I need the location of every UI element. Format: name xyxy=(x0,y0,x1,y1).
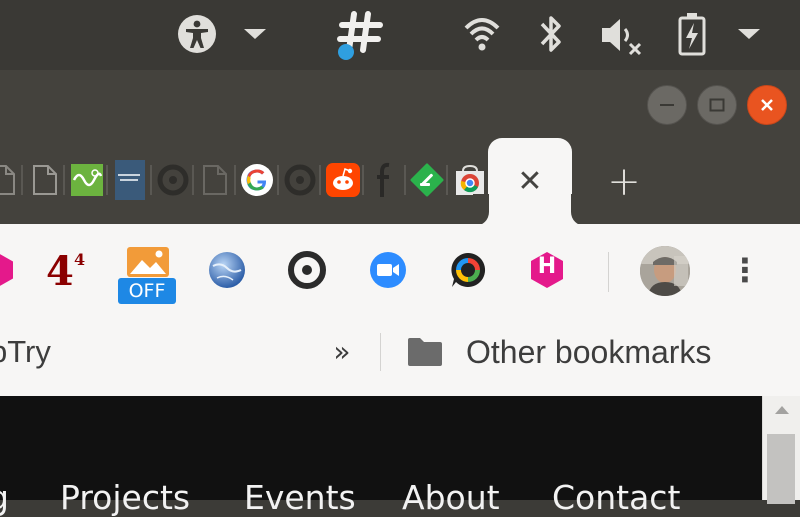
tab-separator xyxy=(150,165,152,195)
tab-reddit-favicon[interactable] xyxy=(326,160,360,200)
maximize-icon xyxy=(709,98,725,112)
scrollbar[interactable] xyxy=(762,396,800,504)
tab-wavelength-favicon[interactable] xyxy=(70,160,104,200)
tab-separator xyxy=(234,165,236,195)
bookmark-item[interactable]: bTry xyxy=(0,330,51,374)
scroll-up-icon[interactable] xyxy=(773,404,791,416)
new-tab-button[interactable]: + xyxy=(600,159,648,205)
tab-doc-favicon[interactable] xyxy=(28,160,62,200)
toolbar-divider xyxy=(608,252,609,292)
close-icon xyxy=(761,99,773,111)
system-menu-chevron-icon[interactable] xyxy=(734,24,764,44)
nav-link-about[interactable]: About xyxy=(402,478,500,517)
minimize-icon xyxy=(660,104,674,106)
tab-separator xyxy=(106,165,108,195)
tab-doc-favicon[interactable] xyxy=(0,160,20,200)
other-bookmarks-button[interactable]: Other bookmarks xyxy=(398,328,770,376)
bookmarks-divider xyxy=(380,333,381,371)
system-top-bar xyxy=(0,0,800,70)
nav-link-projects[interactable]: Projects xyxy=(60,478,190,517)
tab-separator xyxy=(446,165,448,195)
extension-off-badge: OFF xyxy=(118,278,176,304)
bookmarks-overflow-button[interactable]: » xyxy=(325,332,359,372)
chevron-down-icon[interactable] xyxy=(240,24,270,44)
extension-pink-hex-icon[interactable] xyxy=(0,248,20,292)
tab-separator xyxy=(21,165,23,195)
wifi-icon[interactable] xyxy=(462,14,502,54)
other-bookmarks-label: Other bookmarks xyxy=(466,334,712,370)
extension-4-icon[interactable]: 4 4 xyxy=(44,248,104,296)
tab-towards-data-science-favicon[interactable] xyxy=(113,160,147,200)
volume-muted-icon[interactable] xyxy=(598,14,646,56)
accessibility-icon[interactable] xyxy=(176,13,218,55)
tab-separator xyxy=(63,165,65,195)
extension-h-hex-icon[interactable]: H xyxy=(525,248,569,292)
tab-separator xyxy=(319,165,321,195)
extension-image-off-icon[interactable]: OFF xyxy=(116,246,178,308)
tab-doc-favicon[interactable] xyxy=(198,160,232,200)
tab-separator xyxy=(192,165,194,195)
extension-circle-icon[interactable] xyxy=(285,248,329,292)
bluetooth-icon[interactable] xyxy=(536,12,566,56)
maximize-button[interactable] xyxy=(697,85,737,125)
tab-circle-favicon[interactable] xyxy=(156,160,190,200)
folder-icon xyxy=(408,338,442,366)
browser-menu-button[interactable]: ⋮ xyxy=(729,248,761,292)
nav-link-partial[interactable]: g xyxy=(0,478,9,517)
tab-google-favicon[interactable] xyxy=(240,160,274,200)
slack-icon[interactable] xyxy=(332,8,392,62)
extension-h-label: H xyxy=(537,254,557,279)
tab-circle-favicon[interactable] xyxy=(283,160,317,200)
avatar[interactable] xyxy=(640,246,690,296)
extension-globe-icon[interactable] xyxy=(205,248,249,292)
close-button[interactable] xyxy=(747,85,787,125)
extension-chat-bubble-icon[interactable] xyxy=(446,248,490,292)
extension-4-superscript: 4 xyxy=(74,250,86,269)
tab-separator xyxy=(404,165,406,195)
extension-4-label: 4 xyxy=(46,248,74,295)
tab-f-favicon[interactable] xyxy=(368,160,402,200)
battery-charging-icon[interactable] xyxy=(674,10,710,58)
nav-link-contact[interactable]: Contact xyxy=(552,478,680,517)
tab-separator xyxy=(277,165,279,195)
image-icon xyxy=(127,247,169,277)
nav-link-events[interactable]: Events xyxy=(244,478,356,517)
tab-close-button[interactable]: ✕ xyxy=(510,163,550,199)
tab-feedly-favicon[interactable] xyxy=(410,160,444,200)
minimize-button[interactable] xyxy=(647,85,687,125)
scrollbar-thumb[interactable] xyxy=(767,434,795,504)
extension-zoom-icon[interactable] xyxy=(366,248,410,292)
tab-separator xyxy=(362,165,364,195)
